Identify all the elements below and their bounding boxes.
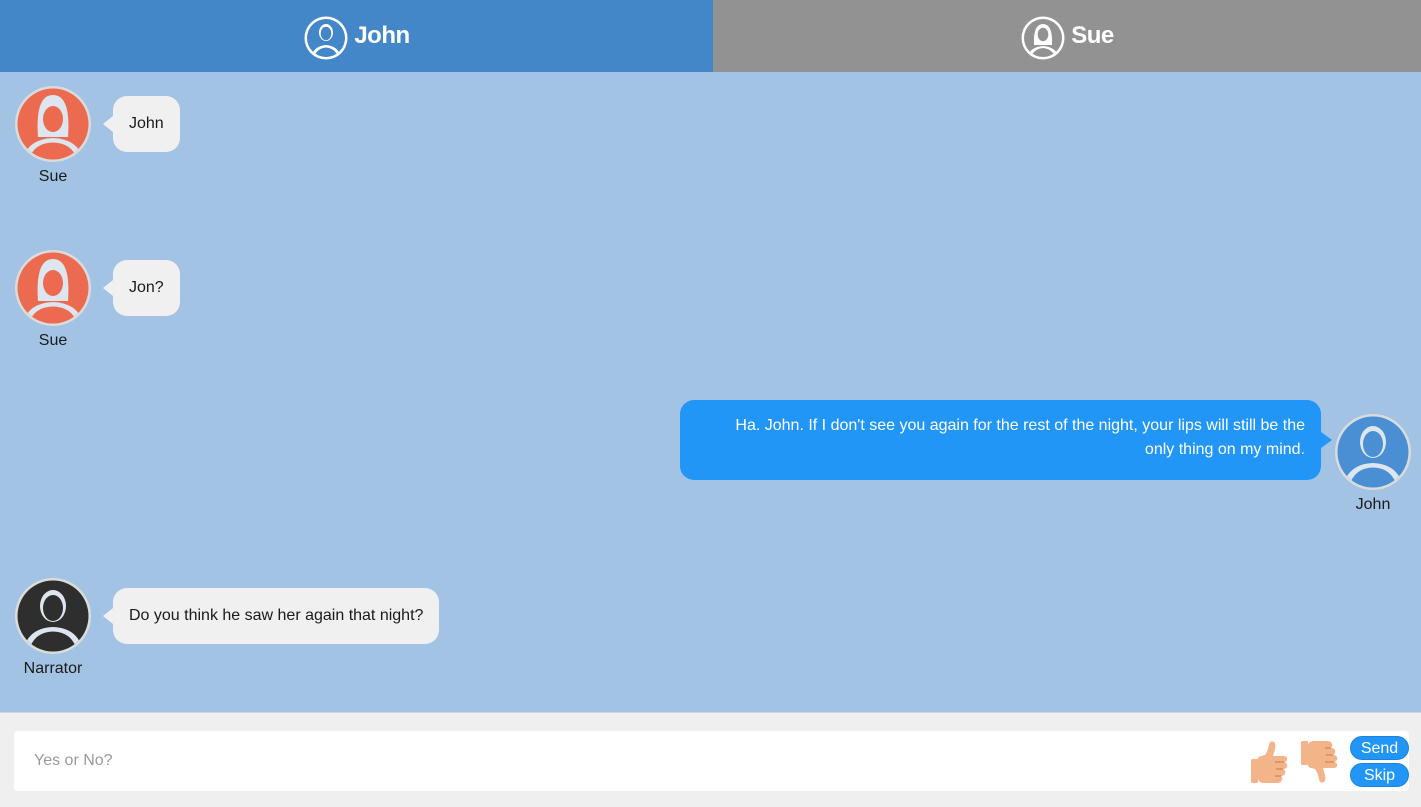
tab-sue-label: Sue — [1071, 22, 1114, 49]
composer-bar: Send Skip — [0, 712, 1421, 807]
message-bubble: Jon? — [103, 260, 180, 316]
speaker-name: John — [1355, 496, 1391, 513]
sue-avatar-icon — [15, 86, 91, 162]
message-avatar-sue: Sue — [13, 249, 93, 350]
thumbs-down-icon[interactable] — [1300, 739, 1342, 785]
message-avatar-narrator: Narrator — [13, 577, 93, 678]
john-avatar-icon — [1335, 414, 1411, 490]
message-avatar-sue: Sue — [13, 85, 93, 186]
message-avatar-john: John — [1333, 413, 1413, 514]
message-bubble: John — [103, 96, 180, 152]
send-button[interactable]: Send — [1350, 736, 1409, 760]
speaker-name: Narrator — [23, 660, 83, 677]
skip-button[interactable]: Skip — [1350, 763, 1409, 787]
tab-sue[interactable]: Sue — [713, 0, 1421, 72]
speaker-name: Sue — [38, 168, 68, 185]
character-tabs: John Sue — [0, 0, 1421, 72]
sue-avatar-icon — [15, 250, 91, 326]
composer-input-box: Send Skip — [14, 731, 1409, 791]
chat-area[interactable]: Sue John Sue Jon? Ha. John. If I don't s… — [0, 72, 1421, 712]
thumbs-up-icon[interactable] — [1250, 739, 1292, 785]
message-bubble-outgoing: Ha. John. If I don't see you again for t… — [680, 400, 1332, 480]
message-bubble: Do you think he saw her again that night… — [102, 588, 440, 644]
tab-john[interactable]: John — [0, 0, 713, 72]
tab-john-label: John — [354, 22, 410, 49]
female-user-icon — [1021, 16, 1065, 60]
male-user-icon — [304, 16, 348, 60]
speaker-name: Sue — [38, 332, 68, 349]
message-input[interactable] — [34, 731, 1234, 791]
narrator-avatar-icon — [15, 578, 91, 654]
